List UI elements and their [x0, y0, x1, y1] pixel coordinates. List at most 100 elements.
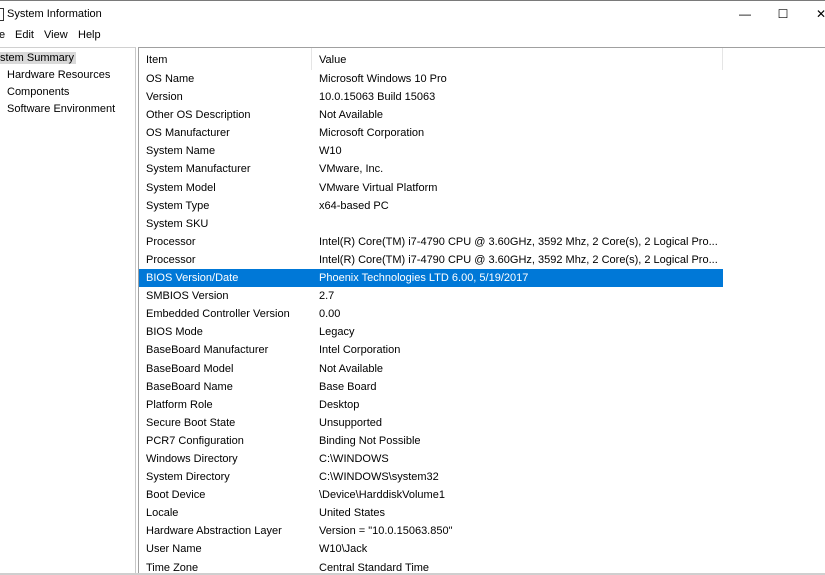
table-row[interactable]: System Model VMware Virtual Platform: [139, 179, 723, 197]
row-value-cell: VMware, Inc.: [319, 163, 384, 176]
table-row[interactable]: Processor Intel(R) Core(TM) i7-4790 CPU @…: [139, 251, 723, 269]
row-value-cell: Central Standard Time: [319, 561, 430, 574]
close-button[interactable]: ✕: [803, 1, 825, 27]
row-value-cell: Microsoft Windows 10 Pro: [319, 73, 447, 85]
row-value-cell: Version = "10.0.15063.850": [319, 525, 453, 538]
table-row[interactable]: Boot Device \Device\HarddiskVolume1: [139, 486, 723, 504]
row-value-cell: Microsoft Corporation: [319, 127, 425, 140]
row-value-cell: Legacy: [319, 326, 355, 339]
table-row[interactable]: Secure Boot State Unsupported: [139, 414, 723, 432]
row-value-cell: 10.0.15063 Build 15063: [319, 91, 436, 104]
column-header-value[interactable]: Value: [312, 48, 723, 70]
table-row[interactable]: PCR7 Configuration Binding Not Possible: [139, 432, 723, 450]
row-item-cell: System Model: [146, 181, 216, 194]
list-header: Item Value: [139, 48, 825, 70]
table-row[interactable]: BaseBoard Model Not Available: [139, 360, 723, 378]
column-header-item[interactable]: Item: [139, 48, 312, 70]
row-value-cell: x64-based PC: [319, 199, 389, 212]
table-row[interactable]: User Name W10\Jack: [139, 540, 723, 558]
row-value-cell: United States: [319, 507, 386, 520]
row-value-cell: Desktop: [319, 398, 360, 411]
window-title: System Information: [7, 8, 102, 20]
table-row[interactable]: System Name W10: [139, 142, 723, 160]
table-row[interactable]: OS Name Microsoft Windows 10 Pro: [139, 70, 723, 88]
row-item-cell: Hardware Abstraction Layer: [146, 525, 282, 538]
expand-icon[interactable]: -: [0, 84, 6, 101]
row-item-cell: System Directory: [146, 471, 230, 484]
row-item-cell: System Name: [146, 145, 216, 158]
row-value-cell: C:\WINDOWS\system32: [319, 471, 439, 484]
menu-file[interactable]: e: [0, 29, 5, 41]
table-row[interactable]: Other OS Description Not Available: [139, 106, 723, 124]
row-value-cell: W10\Jack: [319, 543, 368, 556]
row-item-cell: Boot Device: [146, 489, 206, 502]
table-row[interactable]: System SKU: [139, 215, 723, 233]
table-row[interactable]: Hardware Abstraction Layer Version = "10.…: [139, 522, 723, 540]
table-row[interactable]: System Type x64-based PC: [139, 197, 723, 215]
menu-help[interactable]: Help: [78, 29, 101, 41]
tree-item-system-summary[interactable]: stem Summary: [0, 50, 76, 67]
row-value-cell: Phoenix Technologies LTD 6.00, 5/19/2017: [319, 272, 529, 285]
category-tree[interactable]: stem Summary - Hardware Resources - Comp…: [0, 47, 136, 574]
row-item-cell: Other OS Description: [146, 109, 251, 122]
row-item-cell: Platform Role: [146, 398, 213, 411]
row-value-cell: VMware Virtual Platform: [319, 181, 438, 194]
row-item-cell: System SKU: [146, 217, 209, 230]
tree-item-label: Hardware Resources: [7, 69, 111, 81]
system-information-app-icon: [0, 8, 4, 21]
table-row[interactable]: BaseBoard Manufacturer Intel Corporation: [139, 341, 723, 359]
table-row[interactable]: SMBIOS Version 2.7: [139, 287, 723, 305]
table-row[interactable]: System Directory C:\WINDOWS\system32: [139, 468, 723, 486]
tree-item-label: Software Environment: [7, 103, 116, 115]
row-item-cell: PCR7 Configuration: [146, 434, 244, 447]
row-item-cell: System Type: [146, 199, 210, 212]
row-item-cell: Windows Directory: [146, 452, 238, 465]
details-list[interactable]: Item Value OS Name Microsoft Windows 10 P…: [138, 47, 825, 574]
minimize-button[interactable]: —: [727, 1, 763, 27]
tree-item-software-environment[interactable]: - Software Environment: [0, 101, 115, 118]
table-row[interactable]: BIOS Version/Date Phoenix Technologies LT…: [139, 269, 723, 288]
column-header-filler: [723, 48, 825, 70]
row-item-cell: Processor: [146, 253, 196, 266]
row-item-cell: User Name: [146, 543, 202, 556]
menu-edit[interactable]: Edit: [15, 29, 34, 41]
row-value-cell: Intel Corporation: [319, 344, 401, 357]
row-item-cell: BIOS Version/Date: [146, 272, 239, 285]
row-item-cell: System Manufacturer: [146, 163, 251, 176]
tree-item-label: Components: [7, 86, 70, 98]
row-item-cell: Time Zone: [146, 561, 199, 574]
tree-item-components[interactable]: - Components: [0, 84, 69, 101]
row-value-cell: \Device\HarddiskVolume1: [319, 489, 445, 502]
row-value-cell: Binding Not Possible: [319, 434, 421, 447]
table-row[interactable]: Windows Directory C:\WINDOWS: [139, 450, 723, 468]
row-item-cell: BaseBoard Name: [146, 380, 233, 393]
tree-item-hardware-resources[interactable]: - Hardware Resources: [0, 67, 110, 84]
table-row[interactable]: System Manufacturer VMware, Inc.: [139, 160, 723, 178]
table-row[interactable]: Version 10.0.15063 Build 15063: [139, 88, 723, 106]
table-row[interactable]: Embedded Controller Version 0.00: [139, 305, 723, 323]
row-value-cell: Not Available: [319, 109, 384, 122]
row-value-cell: Base Board: [319, 380, 377, 393]
row-item-cell: Version: [146, 91, 183, 104]
row-item-cell: Processor: [146, 235, 196, 248]
table-row[interactable]: Time Zone Central Standard Time: [139, 559, 723, 574]
table-row[interactable]: BIOS Mode Legacy: [139, 323, 723, 341]
row-item-cell: OS Name: [146, 73, 195, 85]
row-item-cell: BaseBoard Model: [146, 362, 234, 375]
table-row[interactable]: Locale United States: [139, 504, 723, 522]
tree-item-label: stem Summary: [0, 52, 76, 64]
maximize-button[interactable]: ☐: [765, 1, 801, 27]
table-row[interactable]: Processor Intel(R) Core(TM) i7-4790 CPU @…: [139, 233, 723, 251]
row-value-cell: Not Available: [319, 362, 384, 375]
row-item-cell: Embedded Controller Version: [146, 308, 290, 321]
row-item-cell: OS Manufacturer: [146, 127, 230, 140]
expand-icon[interactable]: -: [0, 101, 6, 118]
title-bar: System Information — ☐ ✕: [0, 0, 825, 27]
menu-view[interactable]: View: [44, 29, 68, 41]
table-row[interactable]: BaseBoard Name Base Board: [139, 378, 723, 396]
table-row[interactable]: OS Manufacturer Microsoft Corporation: [139, 124, 723, 142]
table-row[interactable]: Platform Role Desktop: [139, 396, 723, 414]
row-item-cell: Secure Boot State: [146, 416, 236, 429]
row-value-cell: 2.7: [319, 290, 335, 303]
expand-icon[interactable]: -: [0, 67, 6, 84]
